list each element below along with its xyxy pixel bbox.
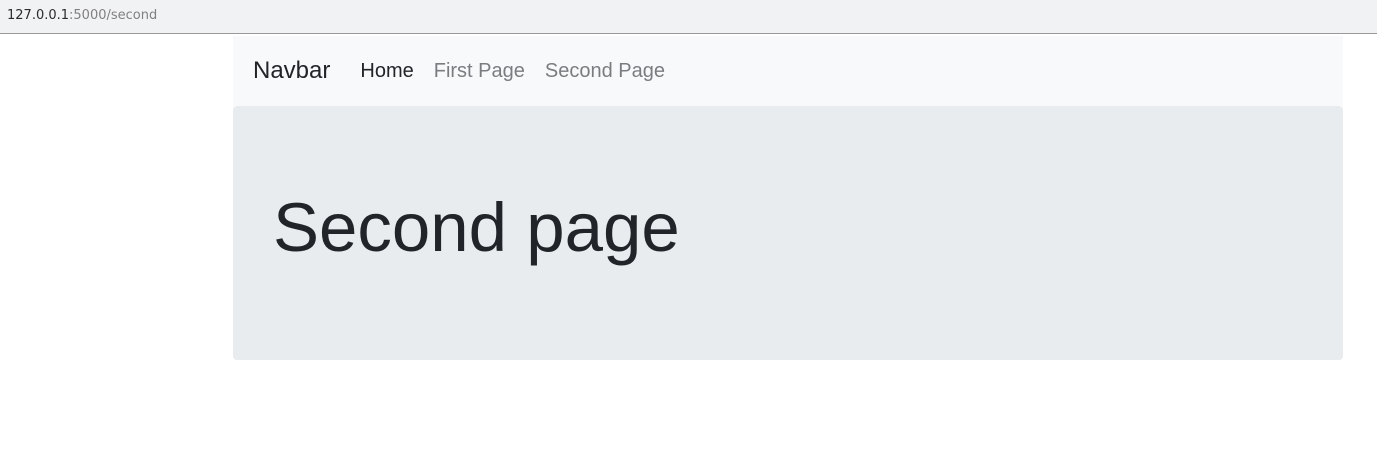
nav-link-home[interactable]: Home [360,60,413,83]
navbar-brand[interactable]: Navbar [253,57,330,85]
navbar: Navbar Home First Page Second Page [233,36,1343,106]
address-bar[interactable]: 127.0.0.1:5000/second [0,0,1377,34]
address-url[interactable]: 127.0.0.1:5000/second [7,8,157,24]
nav-link-second-page[interactable]: Second Page [545,60,665,83]
nav-link-first-page[interactable]: First Page [434,60,525,83]
url-host: 127.0.0.1 [7,8,70,23]
jumbotron: Second page [233,106,1343,360]
page-title: Second page [273,189,680,266]
page-container: Navbar Home First Page Second Page Secon… [233,36,1343,360]
url-path: :5000/second [69,8,158,23]
